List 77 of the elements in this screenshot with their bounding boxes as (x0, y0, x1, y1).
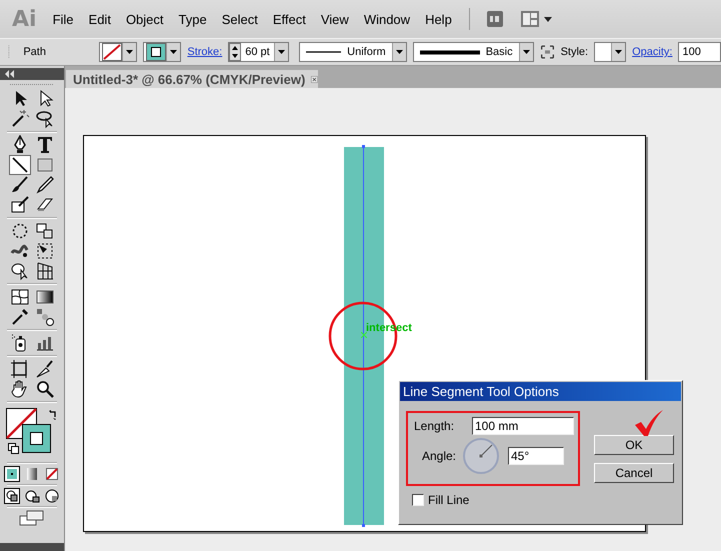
menu-item[interactable]: Object (126, 12, 164, 26)
menu-item[interactable]: View (320, 12, 349, 26)
panel-footer (0, 543, 64, 551)
slice-knife-icon (34, 359, 54, 379)
dialog-title: Line Segment Tool Options (400, 382, 681, 401)
check-mark-icon (634, 409, 664, 437)
length-field[interactable]: 100 mm (472, 417, 574, 435)
hand-icon (10, 379, 30, 399)
length-label: Length: (414, 419, 456, 433)
menu-item[interactable]: Edit (88, 12, 111, 26)
perspective-grid-icon (34, 261, 54, 281)
menu-item[interactable]: Type (178, 12, 207, 26)
fill-line-label[interactable]: Fill Line (428, 493, 470, 507)
collapse-icon[interactable] (5, 70, 15, 78)
tool-button[interactable] (8, 155, 30, 175)
selection-label: Path (23, 46, 47, 58)
cancel-button[interactable]: Cancel (594, 463, 674, 483)
grip-icon (10, 83, 54, 86)
shape-builder-icon (10, 261, 30, 281)
menu-item[interactable]: Effect (272, 12, 306, 26)
none-mode-icon[interactable] (44, 466, 60, 482)
tool-button[interactable] (8, 287, 30, 307)
opacity-link[interactable]: Opacity: (632, 46, 672, 58)
free-transform-icon (34, 241, 54, 261)
fill-line-checkbox[interactable] (412, 494, 424, 506)
tool-button[interactable] (8, 195, 30, 215)
spinner-icon[interactable] (229, 43, 242, 61)
tool-button[interactable] (34, 175, 56, 195)
stroke-link[interactable]: Stroke: (187, 46, 222, 58)
style-label: Style: (560, 46, 588, 58)
line-segment-icon (10, 155, 30, 175)
intersect-mark-icon (361, 332, 367, 338)
menu-item[interactable]: File (52, 12, 74, 26)
artboard-icon (10, 359, 30, 379)
profile-dropdown[interactable]: Uniform (298, 42, 407, 62)
color-mode-icon[interactable] (4, 466, 20, 482)
magic-wand-icon (10, 109, 30, 129)
stroke-color-icon (146, 43, 166, 61)
swap-arrows-icon[interactable] (48, 410, 58, 420)
line-profile-icon (306, 50, 342, 54)
screen-mode-icon[interactable] (19, 510, 45, 526)
workspace-icon[interactable] (520, 10, 554, 28)
tool-button[interactable] (34, 359, 56, 379)
angle-field[interactable]: 45° (508, 447, 564, 465)
pencil-icon (34, 175, 54, 195)
document-tab[interactable]: Untitled-3* @ 66.67% (CMYK/Preview) (66, 70, 318, 88)
zoom-icon (34, 379, 54, 399)
stroke-swatch[interactable] (143, 42, 182, 62)
lasso-icon (34, 109, 54, 129)
draw-behind-icon[interactable] (24, 488, 40, 504)
paintbrush-icon (10, 175, 30, 195)
eyedropper-icon (10, 307, 30, 327)
menu-item[interactable]: Window (364, 12, 410, 26)
blend-icon (34, 307, 54, 327)
scale-icon (34, 221, 54, 241)
none-swatch-icon (102, 43, 122, 61)
style-dropdown[interactable] (594, 42, 626, 62)
ok-button[interactable]: OK (594, 435, 674, 455)
mesh-icon (10, 287, 30, 307)
menu-item[interactable]: Help (425, 12, 452, 26)
brush-stroke-icon (420, 50, 480, 54)
align-stroke-icon[interactable] (540, 43, 555, 61)
tool-button[interactable] (8, 261, 30, 281)
fill-swatch[interactable] (99, 42, 138, 62)
draw-inside-icon[interactable] (44, 488, 60, 504)
angle-label: Angle: (420, 449, 456, 463)
app-logo: Ai (12, 6, 37, 32)
gradient-mode-icon[interactable] (24, 466, 40, 482)
menu-item[interactable]: Select (222, 12, 258, 26)
blob-brush-icon (10, 195, 30, 215)
tool-button[interactable] (34, 109, 56, 129)
tool-button[interactable] (34, 221, 56, 241)
opacity-field[interactable]: 100 (678, 42, 721, 62)
bridge-icon[interactable] (486, 10, 504, 28)
draw-normal-icon[interactable] (4, 488, 20, 504)
stroke-weight-field[interactable]: 60 pt (228, 42, 289, 62)
brush-dropdown[interactable]: Basic (412, 42, 534, 62)
